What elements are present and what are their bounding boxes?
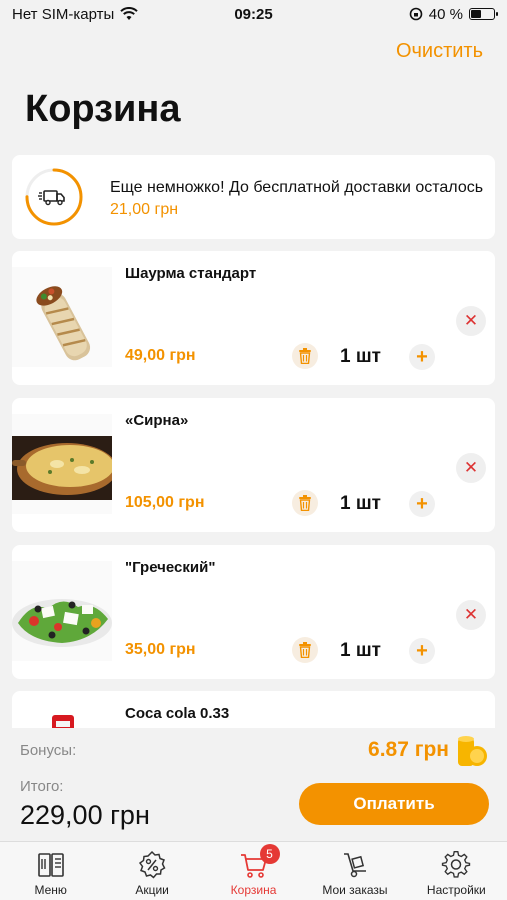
cart-item: «Сирна» 105,00 грн 1 шт + ✕: [12, 398, 495, 532]
close-icon: ✕: [463, 605, 479, 624]
close-icon: ✕: [463, 458, 479, 477]
tab-label: Настройки: [426, 883, 486, 897]
cart-item: Шаурма стандарт 49,00 грн 1 шт + ✕: [12, 251, 495, 385]
plus-icon: +: [416, 493, 428, 515]
pizza-image: [12, 414, 112, 514]
item-name: Шаурма стандарт: [125, 265, 257, 282]
increase-quantity-button[interactable]: +: [409, 491, 435, 517]
delivery-message: Еще немножко! До бесплатной доставки ост…: [110, 177, 485, 221]
close-icon: ✕: [463, 311, 479, 330]
wifi-icon: [120, 7, 138, 20]
coins-icon: [458, 736, 487, 766]
remove-item-button[interactable]: ✕: [456, 600, 486, 630]
trash-icon: [299, 495, 311, 511]
shawarma-image: [12, 267, 112, 367]
battery-icon: [469, 8, 498, 20]
tab-label: Корзина: [230, 883, 277, 897]
item-name: "Греческий": [125, 559, 216, 576]
tab-settings[interactable]: Настройки: [406, 842, 507, 900]
status-right: 40 %: [409, 5, 498, 23]
menu-book-icon: [37, 853, 64, 877]
free-delivery-card: Еще немножко! До бесплатной доставки ост…: [12, 155, 495, 239]
item-quantity: 1 шт: [340, 493, 381, 514]
item-name: «Сирна»: [125, 412, 189, 429]
rotation-lock-icon: [409, 7, 423, 21]
bonus-label: Бонусы:: [20, 742, 77, 759]
item-quantity: 1 шт: [340, 346, 381, 367]
tab-my-orders[interactable]: Мои заказы: [304, 842, 405, 900]
plus-icon: +: [416, 346, 428, 368]
trash-icon: [299, 642, 311, 658]
hand-truck-icon: [343, 853, 366, 878]
delivery-progress-ring: [25, 168, 83, 226]
increase-quantity-button[interactable]: +: [409, 638, 435, 664]
item-price: 49,00 грн: [125, 347, 196, 364]
tab-cart[interactable]: 5 Корзина: [203, 842, 304, 900]
pay-button[interactable]: Оплатить: [299, 783, 489, 825]
delete-item-button[interactable]: [292, 343, 318, 369]
tab-label: Мои заказы: [322, 883, 388, 897]
clear-cart-button[interactable]: Очистить: [396, 40, 483, 63]
status-left: Нет SIM-карты: [12, 6, 138, 23]
delivery-truck-icon: [38, 190, 65, 206]
tab-label: Меню: [34, 883, 67, 897]
gear-icon: [442, 851, 471, 878]
tab-bar: Меню Акции 5 Корзина Мои заказы Настройк…: [0, 841, 507, 900]
delete-item-button[interactable]: [292, 637, 318, 663]
item-quantity: 1 шт: [340, 640, 381, 661]
tab-promotions[interactable]: Акции: [101, 842, 202, 900]
delivery-message-text: Еще немножко! До бесплатной доставки ост…: [110, 179, 484, 196]
increase-quantity-button[interactable]: +: [409, 344, 435, 370]
bonus-value: 6.87 грн: [368, 738, 449, 761]
clock: 09:25: [234, 5, 273, 23]
item-name: Coca cola 0.33: [125, 705, 230, 722]
item-price: 105,00 грн: [125, 494, 205, 511]
order-summary: Бонусы: 6.87 грн Итого: 229,00 грн Оплат…: [0, 728, 507, 841]
battery-percent: 40 %: [428, 5, 463, 23]
page-title: Корзина: [25, 88, 181, 130]
delivery-remaining-amount: 21,00 грн: [110, 201, 179, 218]
delete-item-button[interactable]: [292, 490, 318, 516]
battery-fill: [471, 10, 481, 18]
greek-salad-image: [12, 561, 112, 661]
plus-icon: +: [416, 640, 428, 662]
cart-count-badge: 5: [259, 844, 280, 864]
remove-item-button[interactable]: ✕: [456, 453, 486, 483]
cart-item: "Греческий" 35,00 грн 1 шт + ✕: [12, 545, 495, 679]
total-value: 229,00 грн: [20, 800, 150, 830]
tab-label: Акции: [135, 883, 169, 897]
status-bar: Нет SIM-карты 09:25 40 %: [0, 0, 507, 28]
tab-menu[interactable]: Меню: [0, 842, 101, 900]
trash-icon: [299, 348, 311, 364]
discount-icon: [139, 850, 166, 879]
item-price: 35,00 грн: [125, 641, 196, 658]
total-label: Итого:: [20, 778, 64, 795]
carrier-label: Нет SIM-карты: [12, 5, 115, 23]
remove-item-button[interactable]: ✕: [456, 306, 486, 336]
